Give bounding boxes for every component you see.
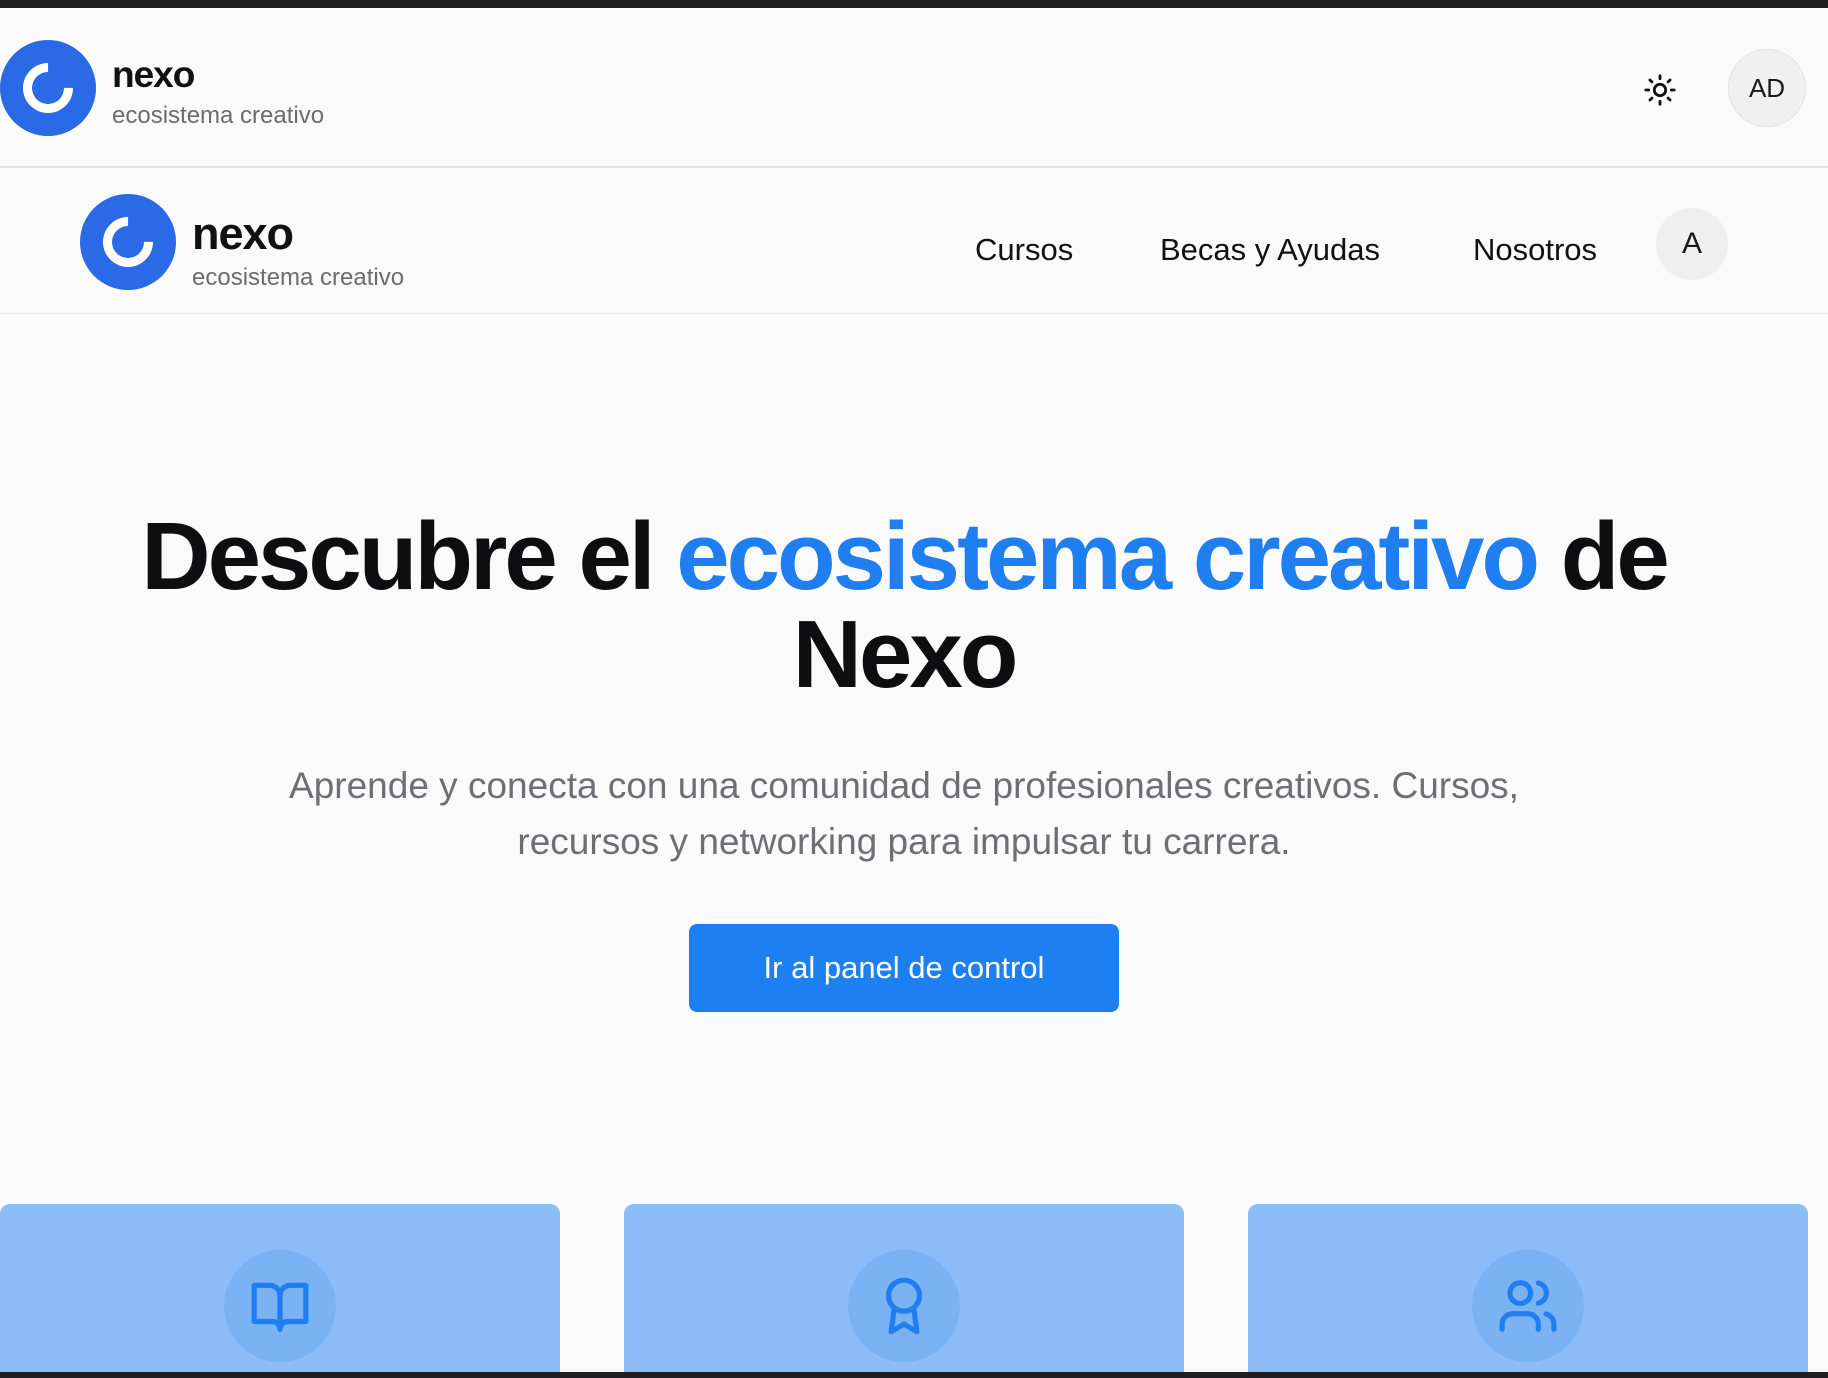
card-icon-circle bbox=[1472, 1250, 1584, 1362]
hero-title-part2: de bbox=[1537, 503, 1670, 610]
window-bottom-edge bbox=[0, 1372, 1828, 1378]
feature-card-community[interactable] bbox=[1248, 1204, 1808, 1372]
brand-name: nexo bbox=[112, 54, 195, 95]
theme-toggle-button[interactable] bbox=[1634, 64, 1686, 116]
app-header: nexo ecosistema creativo AD bbox=[0, 8, 1828, 168]
hero-title: Descubre el ecosistema creativo de Nexo bbox=[90, 508, 1718, 704]
site-logo-icon[interactable] bbox=[80, 194, 176, 290]
award-icon bbox=[885, 1277, 923, 1335]
card-icon-circle bbox=[848, 1250, 960, 1362]
hero-subtitle: Aprende y conecta con una comunidad de p… bbox=[289, 765, 1519, 862]
site-brand-tagline: ecosistema creativo bbox=[192, 264, 405, 291]
nav-link-nosotros[interactable]: Nosotros bbox=[1473, 232, 1597, 268]
feature-card-courses[interactable] bbox=[0, 1204, 560, 1372]
sun-icon bbox=[1644, 74, 1676, 106]
nav-link-cursos[interactable]: Cursos bbox=[975, 232, 1073, 268]
page: nexo ecosistema creativo AD nexo ecosist… bbox=[0, 8, 1828, 1372]
dashboard-button[interactable]: Ir al panel de control bbox=[689, 924, 1119, 1012]
book-open-icon bbox=[251, 1282, 309, 1332]
site-brand-name: nexo bbox=[192, 208, 294, 259]
brand-tagline: ecosistema creativo bbox=[112, 102, 325, 129]
users-icon bbox=[1499, 1280, 1557, 1332]
feature-card-grants[interactable] bbox=[624, 1204, 1184, 1372]
user-avatar[interactable]: AD bbox=[1728, 49, 1806, 127]
nav-avatar[interactable]: A bbox=[1656, 208, 1728, 280]
hero-title-part1: Descubre el bbox=[141, 503, 677, 610]
logo-icon[interactable] bbox=[0, 40, 96, 136]
hero-title-accent: ecosistema creativo bbox=[676, 503, 1540, 610]
nav-link-becas[interactable]: Becas y Ayudas bbox=[1160, 232, 1380, 268]
card-icon-circle bbox=[224, 1250, 336, 1362]
site-nav: nexo ecosistema creativo Cursos Becas y … bbox=[0, 170, 1828, 314]
hero-title-line2: Nexo bbox=[792, 601, 1019, 708]
